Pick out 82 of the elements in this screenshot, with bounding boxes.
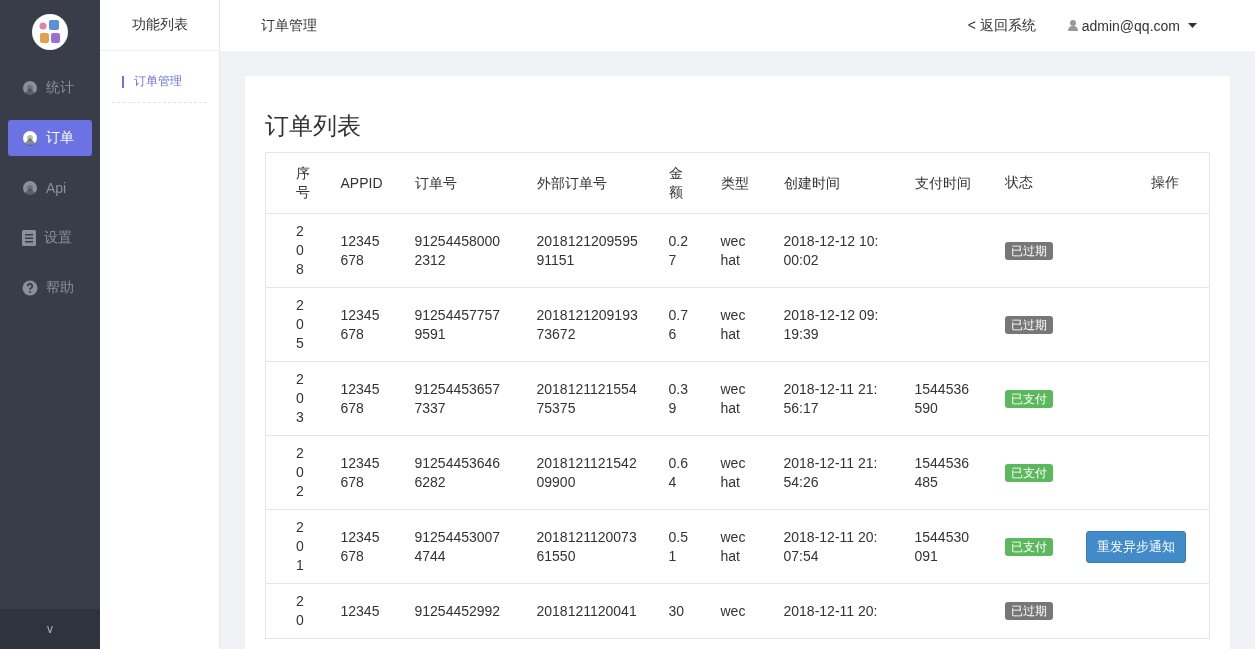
- order-number-cell-text: 91254452992: [414, 601, 502, 621]
- type-cell-text: wechat: [720, 231, 747, 270]
- active-marker: [122, 75, 124, 88]
- external-order-cell-text: 2018121120041: [536, 601, 638, 621]
- serial-number-cell-text: 205: [296, 296, 305, 353]
- user-icon: [1067, 20, 1078, 31]
- external-order-cell-text: 201812112007361550: [536, 527, 638, 566]
- created-time-cell-text: 2018-12-11 20:: [783, 601, 879, 621]
- user-menu[interactable]: admin@qq.com: [1067, 17, 1197, 34]
- appid-cell-text: 12345678: [340, 305, 381, 344]
- external-order-cell-text: 201812112154209900: [536, 453, 638, 492]
- serial-number-cell-text: 201: [296, 518, 305, 575]
- amount-cell-text: 0.27: [668, 231, 689, 270]
- order-number-cell-text: 912544580002312: [414, 231, 502, 270]
- order-number-cell-text: 912544577579591: [414, 305, 502, 344]
- serial-number-cell-text: 208: [296, 222, 305, 279]
- resend-notify-button[interactable]: 重发异步通知: [1085, 530, 1186, 563]
- page-title: 订单管理: [261, 16, 318, 35]
- amount-cell-text: 0.39: [668, 379, 689, 418]
- status-badge: 已过期: [1004, 602, 1053, 620]
- serial-number-cell-text: 202: [296, 444, 305, 501]
- pie-chart-icon: [22, 80, 38, 96]
- caret-icon: [1188, 23, 1197, 28]
- order-number-cell-text: 912544536577337: [414, 379, 502, 418]
- pie-chart-icon: [22, 130, 38, 146]
- sidebar-item[interactable]: Api: [8, 170, 92, 206]
- created-time-cell-text: 2018-12-12 10:00:02: [783, 231, 880, 270]
- collapse-toggle[interactable]: v: [0, 609, 100, 649]
- paid-time-cell-text: 1544530091: [914, 527, 970, 566]
- submenu-title: 功能列表: [100, 0, 219, 51]
- serial-number-cell-text: 20: [296, 592, 305, 630]
- column-header: 支付时间: [914, 173, 972, 193]
- type-cell-text: wechat: [720, 305, 747, 344]
- serial-number-cell-text: 203: [296, 370, 305, 427]
- external-order-cell-text: 201812120959591151: [536, 231, 639, 270]
- sidebar-item[interactable]: 设置: [8, 220, 92, 256]
- status-badge: 已支付: [1004, 537, 1053, 556]
- column-header: 创建时间: [783, 173, 841, 193]
- type-cell-text: wechat: [720, 453, 747, 492]
- column-header: 状态: [1004, 174, 1033, 190]
- column-header: APPID: [340, 173, 384, 193]
- sidebar-item[interactable]: 帮助: [8, 270, 92, 306]
- created-time-cell-text: 2018-12-11 21:56:17: [783, 379, 879, 418]
- sidebar-item[interactable]: 统计: [8, 70, 92, 106]
- order-number-cell-text: 912544530074744: [414, 527, 502, 566]
- column-header: 金额: [668, 164, 684, 202]
- column-header: 订单号: [414, 173, 458, 193]
- created-time-cell-text: 2018-12-11 21:54:26: [783, 453, 879, 492]
- order-number-cell-text: 912544536466282: [414, 453, 502, 492]
- appid-cell-text: 12345678: [340, 379, 381, 418]
- type-cell-text: wechat: [720, 379, 747, 418]
- paid-time-cell-text: 1544536590: [914, 379, 970, 418]
- column-header: 操作: [1151, 174, 1179, 190]
- amount-cell-text: 0.51: [668, 527, 689, 566]
- status-badge: 已支付: [1004, 389, 1053, 408]
- type-cell-text: wechat: [720, 527, 747, 566]
- amount-cell-text: 0.76: [668, 305, 689, 344]
- status-badge: 已过期: [1004, 241, 1053, 260]
- logo-icon: [32, 14, 68, 50]
- column-header: 类型: [720, 173, 749, 193]
- status-badge: 已过期: [1004, 315, 1053, 334]
- created-time-cell-text: 2018-12-11 20:07:54: [783, 527, 879, 566]
- submenu-item[interactable]: 订单管理: [112, 73, 207, 103]
- paid-time-cell-text: 1544536485: [914, 453, 970, 492]
- external-order-cell-text: 201812120919373672: [536, 305, 639, 344]
- sidebar-item[interactable]: 订单: [8, 120, 92, 156]
- appid-cell-text: 12345678: [340, 453, 381, 492]
- pie-chart-icon: [22, 180, 38, 196]
- appid-cell-text: 12345678: [340, 527, 381, 566]
- appid-cell-text: 12345678: [340, 231, 381, 270]
- created-time-cell-text: 2018-12-12 09:19:39: [783, 305, 880, 344]
- card-title: 订单列表: [265, 111, 362, 141]
- back-link[interactable]: < 返回系统: [967, 16, 1036, 35]
- help-icon: [22, 280, 38, 296]
- document-icon: [22, 230, 36, 246]
- amount-cell-text: 30: [668, 601, 686, 621]
- appid-cell-text: 12345: [340, 601, 381, 621]
- amount-cell-text: 0.64: [668, 453, 689, 492]
- column-header: 外部订单号: [536, 173, 608, 193]
- external-order-cell-text: 201812112155475375: [536, 379, 638, 418]
- type-cell-text: wec: [720, 601, 747, 621]
- status-badge: 已支付: [1004, 463, 1053, 482]
